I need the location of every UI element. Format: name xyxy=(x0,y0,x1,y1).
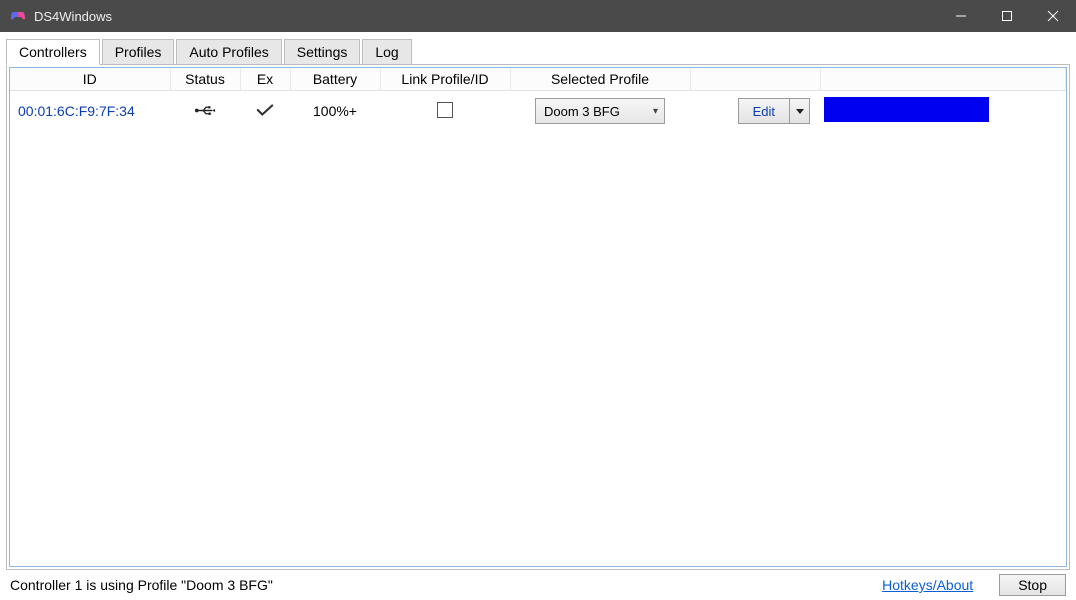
col-profile[interactable]: Selected Profile xyxy=(510,68,690,91)
check-icon xyxy=(256,104,274,120)
tab-auto-profiles[interactable]: Auto Profiles xyxy=(176,39,281,65)
chevron-down-icon: ▾ xyxy=(653,106,658,117)
maximize-button[interactable] xyxy=(984,0,1030,32)
controllers-grid-panel: ID Status Ex Battery Link Profile/ID Sel… xyxy=(9,67,1067,567)
controller-id[interactable]: 00:01:6C:F9:7F:34 xyxy=(10,91,170,132)
link-profile-checkbox[interactable] xyxy=(437,102,453,118)
link-profile-cell xyxy=(380,91,510,132)
battery-cell: 100%+ xyxy=(290,91,380,132)
window-controls xyxy=(938,0,1076,32)
controllers-table: ID Status Ex Battery Link Profile/ID Sel… xyxy=(10,68,1066,131)
status-text: Controller 1 is using Profile "Doom 3 BF… xyxy=(10,577,870,593)
table-header-row: ID Status Ex Battery Link Profile/ID Sel… xyxy=(10,68,1066,91)
table-row: 00:01:6C:F9:7F:34 xyxy=(10,91,1066,132)
col-ex[interactable]: Ex xyxy=(240,68,290,91)
minimize-button[interactable] xyxy=(938,0,984,32)
edit-button[interactable]: Edit xyxy=(738,98,790,124)
lightbar-color-swatch[interactable] xyxy=(824,97,989,122)
tab-profiles[interactable]: Profiles xyxy=(102,39,175,65)
status-cell xyxy=(170,91,240,132)
profile-select-value: Doom 3 BFG xyxy=(544,104,620,119)
tab-settings[interactable]: Settings xyxy=(284,39,361,65)
col-link[interactable]: Link Profile/ID xyxy=(380,68,510,91)
status-bar: Controller 1 is using Profile "Doom 3 BF… xyxy=(0,570,1076,600)
ex-cell xyxy=(240,91,290,132)
col-battery[interactable]: Battery xyxy=(290,68,380,91)
content-panel: ID Status Ex Battery Link Profile/ID Sel… xyxy=(6,64,1070,570)
edit-cell: Edit xyxy=(690,91,820,132)
col-id[interactable]: ID xyxy=(10,68,170,91)
usb-icon xyxy=(194,103,216,115)
tab-log[interactable]: Log xyxy=(362,39,411,65)
color-cell xyxy=(820,91,1066,132)
tab-bar: Controllers Profiles Auto Profiles Setti… xyxy=(0,32,1076,64)
edit-split-button: Edit xyxy=(738,98,810,124)
title-bar: DS4Windows xyxy=(0,0,1076,32)
stop-button[interactable]: Stop xyxy=(999,574,1066,596)
edit-dropdown-button[interactable] xyxy=(790,98,810,124)
tab-controllers[interactable]: Controllers xyxy=(6,39,100,65)
window-title: DS4Windows xyxy=(34,9,938,24)
app-icon xyxy=(10,8,26,24)
col-status[interactable]: Status xyxy=(170,68,240,91)
close-button[interactable] xyxy=(1030,0,1076,32)
col-color xyxy=(820,68,1066,91)
hotkeys-about-link[interactable]: Hotkeys/About xyxy=(882,577,973,593)
selected-profile-cell: Doom 3 BFG ▾ xyxy=(510,91,690,132)
profile-select[interactable]: Doom 3 BFG ▾ xyxy=(535,98,665,124)
col-edit xyxy=(690,68,820,91)
